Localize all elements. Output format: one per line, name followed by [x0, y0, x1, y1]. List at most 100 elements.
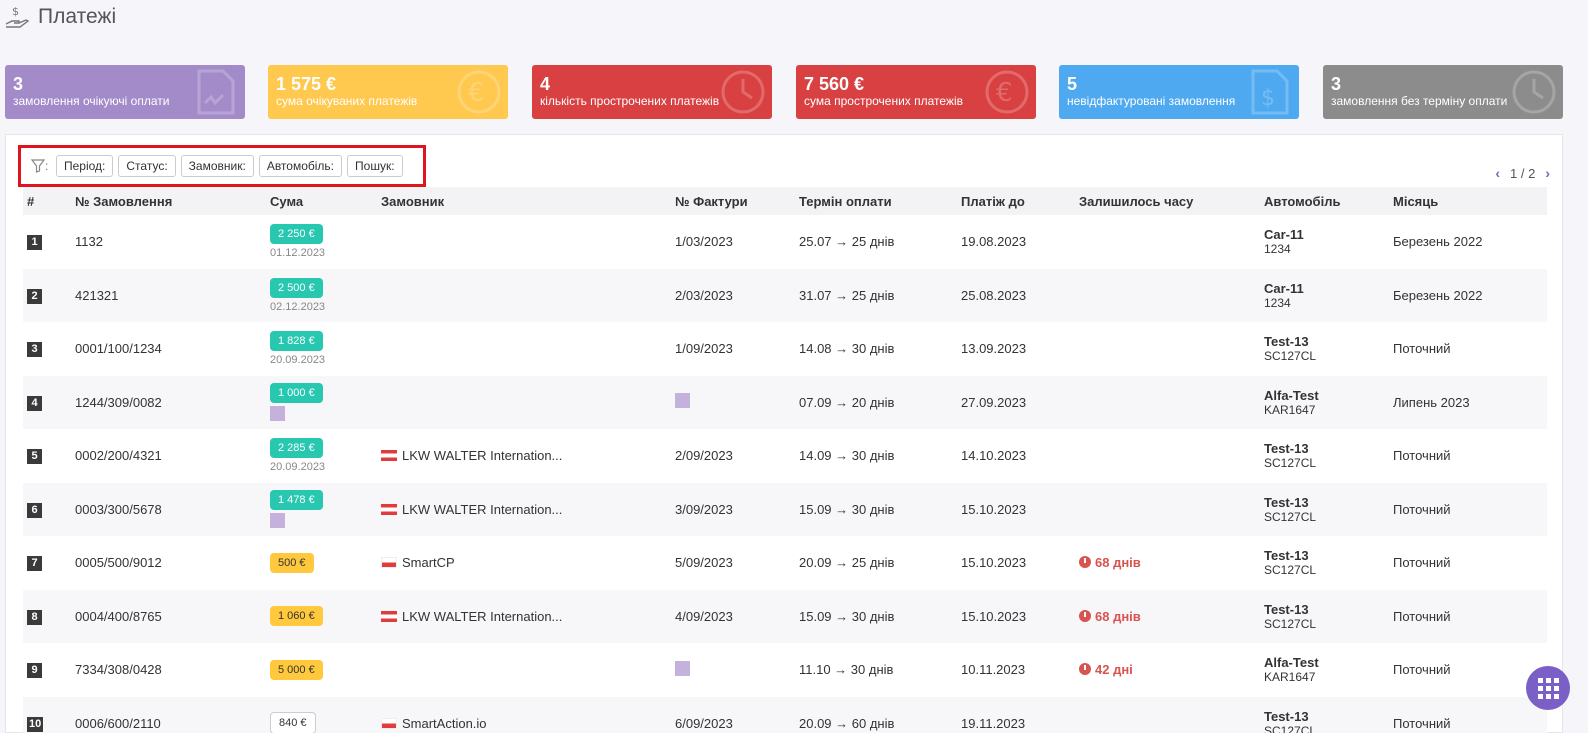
column-header[interactable]: Замовник — [377, 187, 671, 215]
order-number[interactable]: 1132 — [71, 215, 266, 269]
pay-by-date: 19.08.2023 — [961, 234, 1027, 250]
euro-icon: € — [456, 69, 502, 115]
summary-card[interactable]: 5 невідфактуровані замовлення $ — [1059, 65, 1299, 119]
table-row[interactable]: 9 7334/308/0428 5 000 € 11.10 → 30 днів 10.1… — [23, 643, 1547, 697]
order-number[interactable]: 0004/400/8765 — [71, 589, 266, 643]
order-number[interactable]: 0002/200/4321 — [71, 429, 266, 483]
table-row[interactable]: 6 0003/300/5678 1 478 € LKW WALTER Internat… — [23, 482, 1547, 536]
order-number[interactable]: 0005/500/9012 — [71, 536, 266, 590]
vehicle-cell[interactable]: Test-13 SC127CL — [1260, 429, 1389, 483]
invoice-number[interactable]: 1/03/2023 — [675, 234, 733, 249]
month: Липень 2023 — [1389, 375, 1547, 429]
invoice-number[interactable]: 4/09/2023 — [675, 609, 733, 624]
customer-cell — [377, 322, 671, 376]
payment-term: 11.10 → 30 днів — [799, 662, 894, 678]
invoice-number[interactable]: 5/09/2023 — [675, 555, 733, 570]
amount-badge[interactable]: 1 478 € — [270, 490, 323, 511]
summary-card[interactable]: 3 замовлення очікуючі оплати — [5, 65, 245, 119]
customer-filter[interactable]: Замовник: — [180, 155, 254, 177]
vehicle-cell[interactable]: Alfa-Test KAR1647 — [1260, 643, 1389, 697]
time-left-cell: 68 днів — [1075, 589, 1260, 643]
table-row[interactable]: 8 0004/400/8765 1 060 € LKW WALTER Internat… — [23, 589, 1547, 643]
row-number: 10 — [27, 716, 44, 732]
order-number[interactable]: 0006/600/2110 — [71, 696, 266, 733]
summary-card[interactable]: 7 560 € сума прострочених платежів € — [796, 65, 1036, 119]
status-filter[interactable]: Статус: — [118, 155, 176, 177]
summary-cards: 3 замовлення очікуючі оплати 1 575 € сума о… — [5, 65, 1563, 119]
amount-badge[interactable]: 5 000 € — [270, 659, 323, 680]
amount-cell: 500 € — [266, 536, 377, 590]
placeholder-square — [270, 406, 285, 422]
table-row[interactable]: 4 1244/309/0082 1 000 € 07.09 → 20 днів 27.0… — [23, 375, 1547, 429]
table-row[interactable]: 5 0002/200/4321 2 285 € 20.09.2023 LKW WALTE… — [23, 429, 1547, 483]
amount-badge[interactable]: 2 250 € — [270, 224, 323, 245]
table-row[interactable]: 3 0001/100/1234 1 828 € 20.09.2023 1/09/2023… — [23, 322, 1547, 376]
invoice-number[interactable]: 3/09/2023 — [675, 502, 733, 517]
table-row[interactable]: 10 0006/600/2110 840 € SmartAction.io 6/09/2… — [23, 696, 1547, 733]
order-number[interactable]: 1244/309/0082 — [71, 375, 266, 429]
vehicle-filter[interactable]: Автомобіль: — [258, 155, 343, 177]
vehicle-cell[interactable]: Alfa-Test KAR1647 — [1260, 375, 1389, 429]
row-number: 3 — [27, 342, 42, 358]
column-header[interactable]: Сума — [266, 187, 377, 215]
amount-badge[interactable]: 1 828 € — [270, 331, 323, 352]
search-filter[interactable]: Пошук: — [347, 155, 403, 177]
period-filter[interactable]: Період: — [56, 155, 114, 177]
customer-cell: LKW WALTER Internation... — [377, 589, 671, 643]
customer-name[interactable]: LKW WALTER Internation... — [402, 502, 562, 517]
row-number-cell: 9 — [23, 643, 71, 697]
order-number[interactable]: 0003/300/5678 — [71, 482, 266, 536]
row-number-cell: 10 — [23, 696, 71, 733]
column-header[interactable]: Термін оплати — [795, 187, 957, 215]
customer-name[interactable]: LKW WALTER Internation... — [402, 609, 562, 624]
column-header[interactable]: Автомобіль — [1260, 187, 1389, 215]
vehicle-cell[interactable]: Test-13 SC127CL — [1260, 482, 1389, 536]
invoice-number[interactable]: 6/09/2023 — [675, 716, 733, 731]
amount-badge[interactable]: 1 060 € — [270, 606, 323, 627]
vehicle-cell[interactable]: Test-13 SC127CL — [1260, 696, 1389, 733]
order-number[interactable]: 0001/100/1234 — [71, 322, 266, 376]
payment-term: 07.09 → 20 днів — [795, 375, 957, 429]
column-header[interactable]: Платіж до — [957, 187, 1075, 215]
amount-cell: 2 250 € 01.12.2023 — [266, 215, 377, 269]
order-number[interactable]: 421321 — [71, 268, 266, 322]
apps-grid-button[interactable] — [1526, 666, 1570, 710]
grid-icon — [1537, 677, 1559, 699]
summary-card[interactable]: 3 замовлення без терміну оплати — [1323, 65, 1563, 119]
column-header[interactable]: Місяць — [1389, 187, 1547, 215]
table-row[interactable]: 2 421321 2 500 € 02.12.2023 2/03/2023 31.07 →… — [23, 268, 1547, 322]
amount-badge[interactable]: 840 € — [270, 712, 316, 733]
order-number[interactable]: 7334/308/0428 — [71, 643, 266, 697]
customer-name[interactable]: SmartCP — [402, 555, 455, 570]
vehicle-cell[interactable]: Test-13 SC127CL — [1260, 589, 1389, 643]
invoice-number[interactable]: 2/03/2023 — [675, 288, 733, 303]
payment-term: 15.09 → 30 днів — [795, 482, 957, 536]
invoice-number[interactable]: 2/09/2023 — [675, 448, 733, 463]
column-header[interactable]: № Замовлення — [71, 187, 266, 215]
filter-icon[interactable]: : — [31, 157, 51, 175]
customer-cell: SmartAction.io — [377, 696, 671, 733]
table-row[interactable]: 7 0005/500/9012 500 € SmartCP 5/09/2023 20.09… — [23, 536, 1547, 590]
customer-cell — [377, 375, 671, 429]
customer-name[interactable]: LKW WALTER Internation... — [402, 448, 562, 463]
column-header[interactable]: # — [23, 187, 71, 215]
amount-badge[interactable]: 2 500 € — [270, 277, 323, 298]
summary-card[interactable]: 1 575 € сума очікуваних платежів € — [268, 65, 508, 119]
customer-name[interactable]: SmartAction.io — [402, 716, 487, 731]
invoice-number[interactable]: 1/09/2023 — [675, 341, 733, 356]
vehicle-cell[interactable]: Car-11 1234 — [1260, 215, 1389, 269]
column-header[interactable]: № Фактури — [671, 187, 795, 215]
amount-badge[interactable]: 500 € — [270, 552, 314, 573]
placeholder-square — [675, 660, 690, 676]
table-row[interactable]: 1 1132 2 250 € 01.12.2023 1/03/2023 25.07 → 2… — [23, 215, 1547, 269]
vehicle-cell[interactable]: Car-11 1234 — [1260, 268, 1389, 322]
next-page-chevron-icon[interactable]: › — [1545, 165, 1550, 181]
vehicle-cell[interactable]: Test-13 SC127CL — [1260, 536, 1389, 590]
summary-card[interactable]: 4 кількість прострочених платежів — [532, 65, 772, 119]
column-header[interactable]: Залишилось часу — [1075, 187, 1260, 215]
prev-page-chevron-icon[interactable]: ‹ — [1495, 165, 1500, 181]
amount-badge[interactable]: 1 000 € — [270, 383, 323, 404]
amount-cell: 5 000 € — [266, 643, 377, 697]
vehicle-cell[interactable]: Test-13 SC127CL — [1260, 322, 1389, 376]
amount-badge[interactable]: 2 285 € — [270, 438, 323, 459]
